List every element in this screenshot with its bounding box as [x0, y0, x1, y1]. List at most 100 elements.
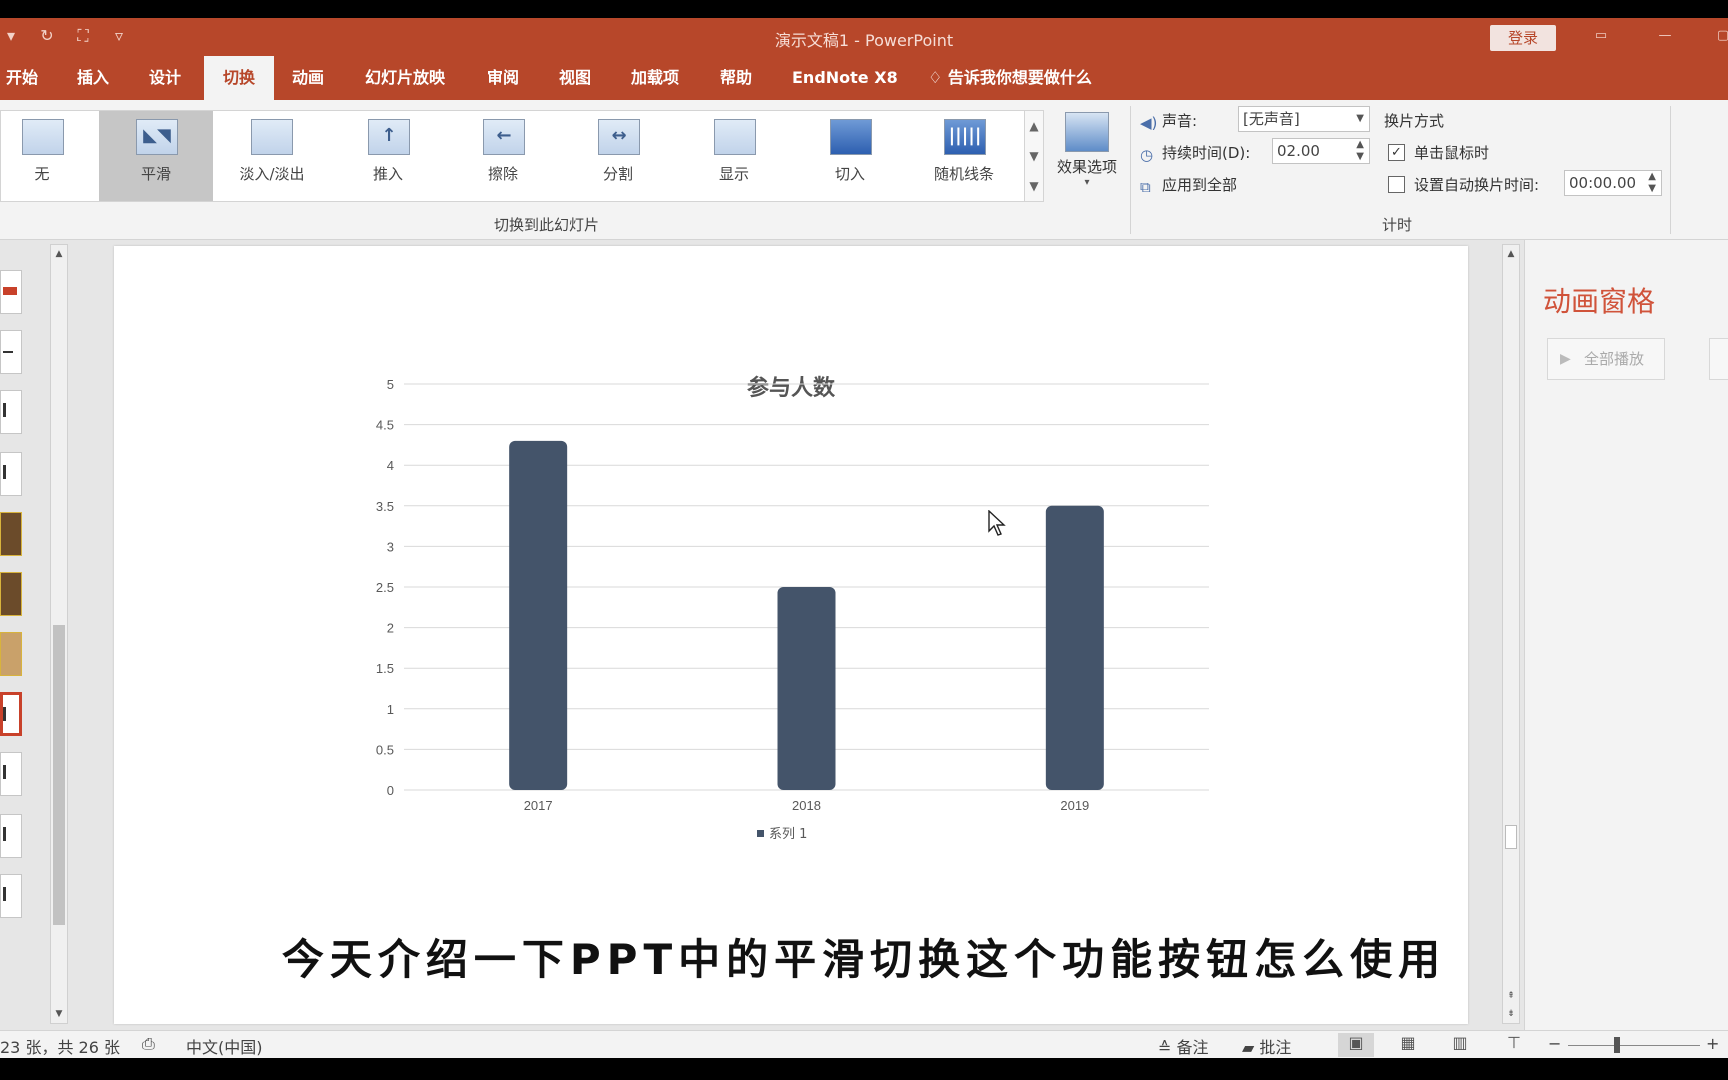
slide-thumbnail[interactable]: [0, 452, 22, 496]
slide-thumbnail[interactable]: [0, 390, 22, 434]
next-slide-icon[interactable]: ⇟: [1503, 1005, 1519, 1023]
tab-endnote[interactable]: EndNote X8: [792, 56, 898, 100]
slide-sorter-icon[interactable]: ▦: [1390, 1033, 1426, 1057]
chart-bar[interactable]: [1045, 505, 1104, 790]
transition-split[interactable]: ↔ 分割: [561, 111, 675, 201]
transition-fade[interactable]: 淡入/淡出: [213, 111, 331, 201]
gallery-scroll-up-icon[interactable]: ▲: [1025, 111, 1043, 141]
slide-thumbnail[interactable]: [0, 752, 22, 796]
chart-bar[interactable]: [777, 587, 836, 790]
thumbnails-scrollbar[interactable]: ▲ ▼: [50, 244, 68, 1024]
comment-icon: ▰: [1242, 1038, 1260, 1057]
tab-home[interactable]: 开始: [6, 56, 38, 100]
fade-transition-icon: [251, 119, 293, 155]
transition-cut[interactable]: 切入: [793, 111, 907, 201]
transition-label: 切入: [834, 165, 865, 183]
tab-help[interactable]: 帮助: [720, 56, 752, 100]
wipe-transition-icon: ←: [483, 119, 525, 155]
slide-thumbnail[interactable]: [0, 874, 22, 918]
zoom-slider-knob[interactable]: [1614, 1037, 1620, 1053]
thumbnail-bar: [3, 765, 6, 779]
stepper-arrows-icon[interactable]: ▲ ▼: [1356, 139, 1364, 163]
transition-reveal[interactable]: 显示: [677, 111, 791, 201]
gallery-scroll-down-icon[interactable]: ▼: [1025, 141, 1043, 171]
notes-label: 备注: [1176, 1038, 1209, 1057]
advance-slide-header: 换片方式: [1384, 112, 1445, 130]
tab-view[interactable]: 视图: [559, 56, 591, 100]
apply-all-icon: ⧉: [1140, 178, 1151, 196]
transition-label: 推入: [372, 165, 403, 183]
gallery-scroll[interactable]: ▲ ▼ ▼: [1024, 110, 1044, 202]
slide-thumbnail[interactable]: [0, 330, 22, 374]
normal-view-icon[interactable]: ▣: [1338, 1033, 1374, 1057]
tell-me-search[interactable]: ♢ 告诉我你想要做什么: [928, 56, 1092, 100]
zoom-out-icon[interactable]: −: [1548, 1034, 1561, 1053]
slide-thumbnail[interactable]: [0, 512, 22, 556]
tab-transitions[interactable]: 切换: [204, 56, 274, 100]
slideshow-view-icon[interactable]: ⊤: [1496, 1033, 1532, 1057]
auto-advance-time-stepper[interactable]: 00:00.00 ▲ ▼: [1564, 170, 1662, 196]
spelling-check-icon[interactable]: ⎙: [142, 1034, 155, 1054]
transition-random-bars[interactable]: ||||| 随机线条: [907, 111, 1021, 201]
slide-thumbnail[interactable]: [0, 572, 22, 616]
duration-stepper[interactable]: 02.00 ▲ ▼: [1272, 138, 1370, 164]
slide-thumbnail-selected[interactable]: [0, 692, 22, 736]
slide-thumbnail[interactable]: [0, 814, 22, 858]
duration-value: 02.00: [1277, 142, 1320, 160]
gallery-more-icon[interactable]: ▼: [1025, 171, 1043, 201]
auto-advance-checkbox[interactable]: [1388, 176, 1405, 193]
stepper-arrows-icon[interactable]: ▲ ▼: [1648, 171, 1656, 195]
apply-to-all-button[interactable]: ⧉ 应用到全部: [1140, 174, 1237, 196]
notes-button[interactable]: ≙ 备注: [1158, 1034, 1209, 1058]
auto-advance-value: 00:00.00: [1569, 174, 1637, 192]
ribbon-display-options-icon[interactable]: ▭: [1590, 28, 1612, 46]
transition-push[interactable]: ↑ 推入: [331, 111, 445, 201]
chart-bar[interactable]: [509, 440, 568, 790]
tab-design[interactable]: 设计: [149, 56, 181, 100]
bar-chart[interactable]: 0 0.5 1 1.5 2 2.5 3 3.5 4 4.5 5 2017 2018 2019 系列 1: [114, 246, 1468, 1024]
transition-morph[interactable]: ◣◥ 平滑: [99, 111, 213, 201]
tab-addins[interactable]: 加载项: [631, 56, 679, 100]
previous-slide-icon[interactable]: ⇞: [1503, 987, 1519, 1005]
comments-button[interactable]: ▰ 批注: [1242, 1034, 1291, 1058]
scroll-thumb[interactable]: [1505, 825, 1517, 849]
tab-insert[interactable]: 插入: [77, 56, 109, 100]
animation-pane-options-button[interactable]: [1709, 338, 1728, 380]
zoom-in-icon[interactable]: +: [1706, 1034, 1719, 1053]
tab-animations[interactable]: 动画: [292, 56, 324, 100]
play-all-button[interactable]: ▶ 全部播放: [1547, 338, 1665, 380]
slide-thumbnail[interactable]: [0, 270, 22, 314]
effect-options-button[interactable]: 效果选项 ▾: [1050, 106, 1124, 202]
slide-canvas[interactable]: 参与人数 0 0.5 1 1.5 2 2.5 3 3.5 4 4.5 5 2017 2018 2019 系列…: [114, 246, 1468, 1024]
scroll-up-icon[interactable]: ▲: [1503, 245, 1519, 263]
transition-label: 随机线条: [933, 165, 994, 183]
transition-wipe[interactable]: ← 擦除: [446, 111, 560, 201]
play-icon: ▶: [1560, 351, 1571, 367]
thumbnail-line: [3, 351, 13, 353]
reading-view-icon[interactable]: ▥: [1442, 1033, 1478, 1057]
group-divider: [1670, 106, 1671, 234]
tab-slideshow[interactable]: 幻灯片放映: [365, 56, 445, 100]
lightbulb-icon: ♢: [928, 68, 948, 87]
login-button[interactable]: 登录: [1490, 25, 1556, 51]
transition-label: 擦除: [487, 165, 518, 183]
slide-scrollbar[interactable]: ▲ ⇞ ⇟: [1502, 244, 1520, 1024]
notes-icon: ≙: [1158, 1038, 1177, 1057]
on-click-checkbox[interactable]: ✓: [1388, 144, 1405, 161]
scroll-down-icon[interactable]: ▼: [51, 1005, 67, 1023]
scroll-up-icon[interactable]: ▲: [51, 245, 67, 263]
window-title: 演示文稿1 - PowerPoint: [774, 31, 954, 50]
scroll-thumb[interactable]: [53, 625, 65, 925]
transition-none[interactable]: 无: [0, 111, 99, 201]
zoom-slider[interactable]: [1568, 1045, 1700, 1046]
sound-select[interactable]: [无声音] ▼: [1238, 106, 1370, 132]
slide-thumbnail[interactable]: [0, 632, 22, 676]
tab-review[interactable]: 审阅: [487, 56, 519, 100]
transition-label: 分割: [602, 165, 633, 183]
maximize-icon[interactable]: ▢: [1712, 28, 1728, 46]
minimize-icon[interactable]: —: [1654, 28, 1676, 46]
reveal-transition-icon: [714, 119, 756, 155]
ribbon-tabs: 开始 插入 设计 切换 动画 幻灯片放映 审阅 视图 加载项 帮助 EndNot…: [0, 56, 1728, 100]
language-indicator[interactable]: 中文(中国): [186, 1034, 263, 1058]
y-tick-label: 2: [387, 621, 394, 636]
